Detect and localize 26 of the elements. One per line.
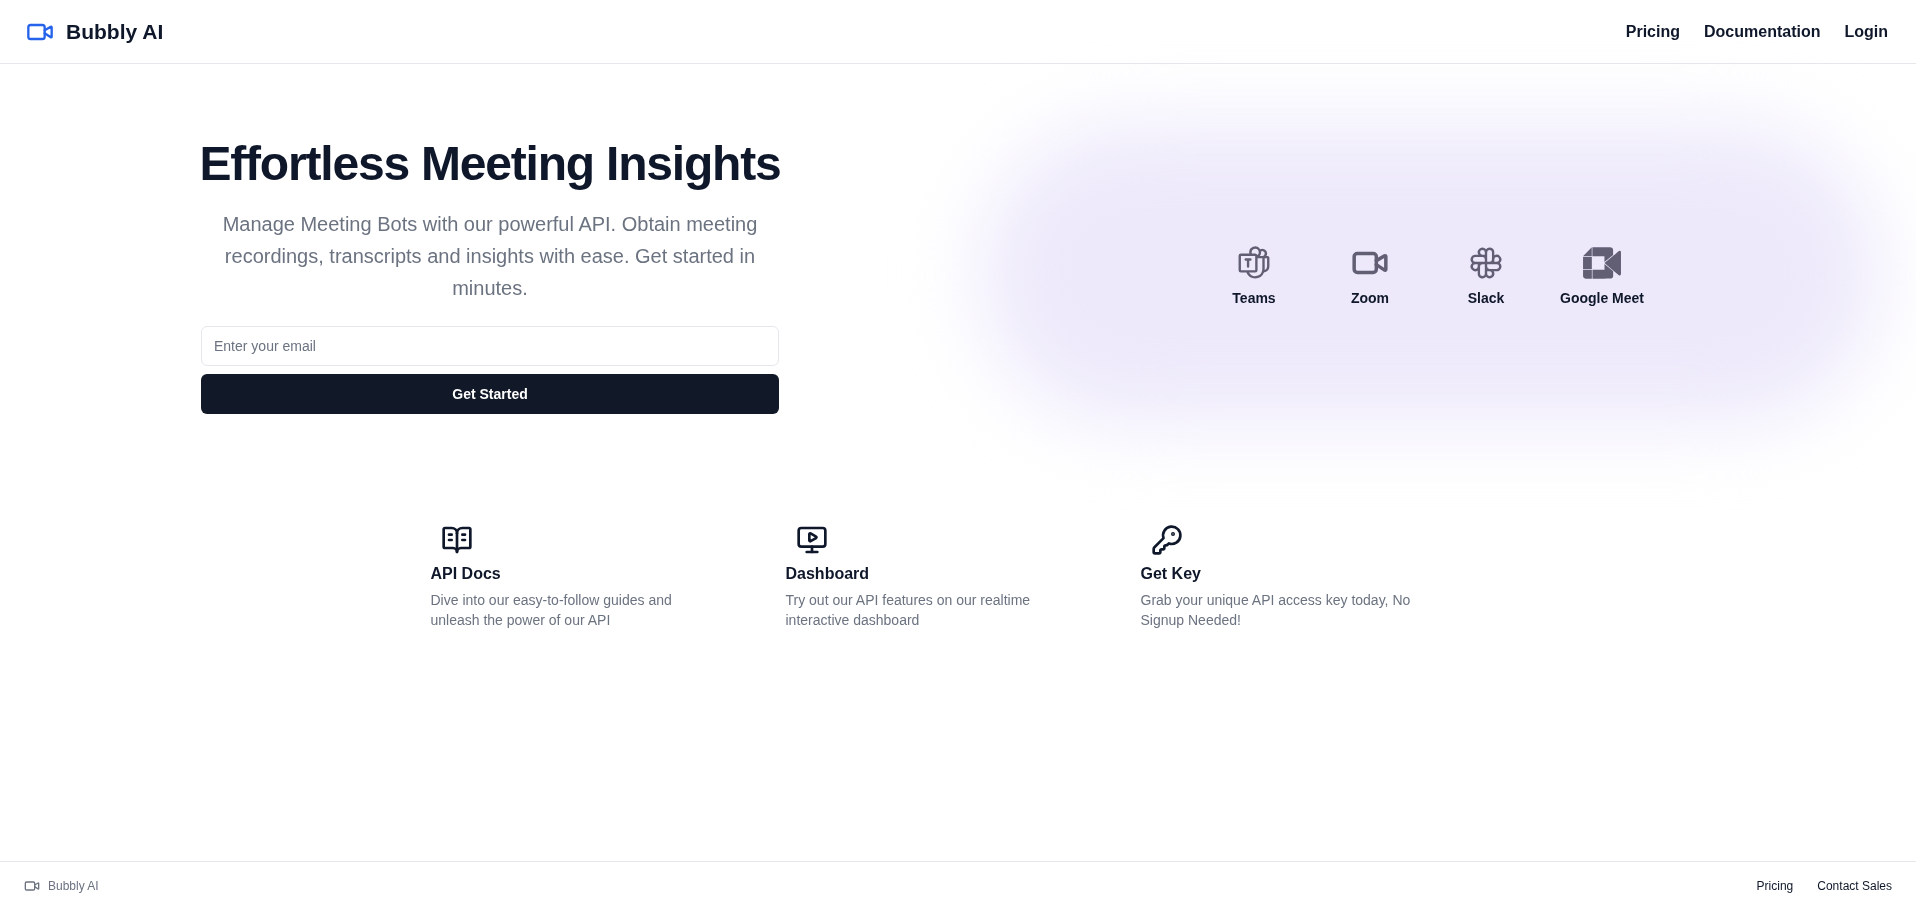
hero-subtitle: Manage Meeting Bots with our powerful API. Obtain meeting recordings, transcripts and insights with ease. Get started in minutes. — [221, 212, 759, 301]
email-field[interactable]: Enter your email — [201, 326, 779, 366]
get-started-button[interactable]: Get Started — [201, 374, 779, 414]
feature-description: Dive into our easy-to-follow guides and unleash the power of our API — [430, 591, 673, 630]
feature-description: Try out our API features on our realtime interactive dashboard — [785, 591, 1032, 630]
footer-link[interactable]: Pricing — [1756, 876, 1794, 895]
hero-title: Effortless Meeting Insights — [199, 136, 781, 192]
nav-link[interactable]: Login — [1844, 19, 1888, 44]
key-icon — [1150, 524, 1183, 556]
brand-name: Bubbly AI — [66, 18, 164, 45]
feature-title[interactable]: Dashboard — [785, 562, 870, 586]
integration-label: Slack — [1467, 289, 1505, 308]
integration-label: Google Meet — [1560, 289, 1644, 308]
integration-label: Zoom — [1350, 289, 1390, 308]
google-meet-icon — [1583, 244, 1621, 282]
nav-link[interactable]: Documentation — [1704, 19, 1821, 44]
monitor-play-icon — [795, 524, 828, 556]
footer-link[interactable]: Contact Sales — [1817, 876, 1892, 895]
feature-description: Grab your unique API access key today, No Signup Needed! — [1140, 591, 1412, 630]
slack-icon — [1467, 244, 1505, 282]
book-icon — [440, 524, 473, 556]
nav-link[interactable]: Pricing — [1625, 19, 1680, 44]
feature-title[interactable]: Get Key — [1140, 562, 1201, 586]
footer-brand: Bubbly AI — [48, 877, 99, 895]
integration-label: Teams — [1232, 289, 1276, 308]
feature-title[interactable]: API Docs — [430, 562, 501, 586]
